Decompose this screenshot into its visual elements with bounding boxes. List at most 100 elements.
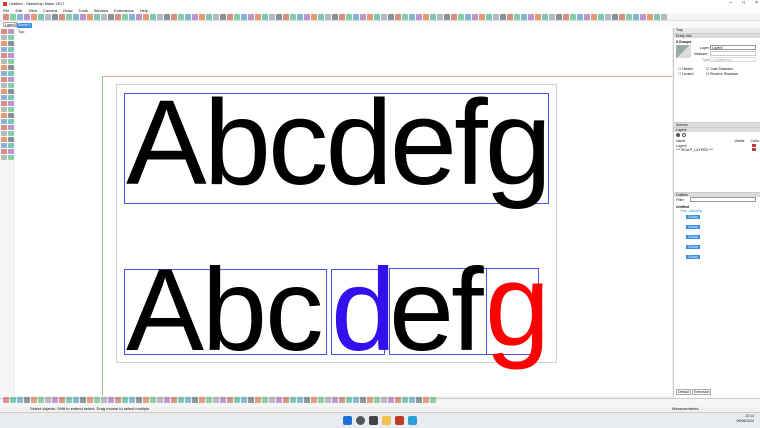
toolbar-tool-icon[interactable] bbox=[514, 13, 520, 20]
bottom-tool-icon[interactable] bbox=[206, 397, 212, 403]
toolbar-tool-icon[interactable] bbox=[493, 13, 499, 20]
text-d[interactable]: d bbox=[331, 251, 396, 368]
menu-item[interactable]: Extensions bbox=[114, 8, 134, 13]
toolbar-tool-icon[interactable] bbox=[290, 13, 296, 20]
bottom-tool-icon[interactable] bbox=[381, 397, 387, 403]
tool-palette-icon[interactable] bbox=[8, 131, 14, 136]
bottom-tool-icon[interactable] bbox=[157, 397, 163, 403]
drawing-viewport[interactable]: Top Abcdefg Abc d ef g bbox=[15, 28, 672, 396]
toolbar-tool-icon[interactable] bbox=[87, 13, 93, 20]
tool-palette-icon[interactable] bbox=[8, 47, 14, 52]
layer-color-swatch[interactable] bbox=[752, 144, 756, 147]
tool-palette-icon[interactable] bbox=[8, 89, 14, 94]
tool-palette-icon[interactable] bbox=[8, 137, 14, 142]
tool-palette-icon[interactable] bbox=[1, 35, 7, 40]
toolbar-tool-icon[interactable] bbox=[353, 13, 359, 20]
bottom-tool-icon[interactable] bbox=[318, 397, 324, 403]
toolbar-tool-icon[interactable] bbox=[185, 13, 191, 20]
bottom-tool-icon[interactable] bbox=[423, 397, 429, 403]
filter-input[interactable] bbox=[690, 197, 756, 202]
add-layer-icon[interactable] bbox=[676, 133, 680, 137]
toolbar-tool-icon[interactable] bbox=[465, 13, 471, 20]
bottom-tool-icon[interactable] bbox=[143, 397, 149, 403]
toolbar-tool-icon[interactable] bbox=[66, 13, 72, 20]
tool-palette-icon[interactable] bbox=[1, 41, 7, 46]
toolbar-tool-icon[interactable] bbox=[311, 13, 317, 20]
toolbar-tool-icon[interactable] bbox=[80, 13, 86, 20]
layer-color-swatch[interactable] bbox=[752, 148, 756, 151]
bottom-tool-icon[interactable] bbox=[374, 397, 380, 403]
bottom-tool-icon[interactable] bbox=[360, 397, 366, 403]
bottom-tool-icon[interactable] bbox=[339, 397, 345, 403]
bottom-tool-icon[interactable] bbox=[395, 397, 401, 403]
tool-palette-icon[interactable] bbox=[1, 47, 7, 52]
toolbar-tool-icon[interactable] bbox=[647, 13, 653, 20]
toolbar-tool-icon[interactable] bbox=[115, 13, 121, 20]
toolbar-tool-icon[interactable] bbox=[150, 13, 156, 20]
bottom-tool-icon[interactable] bbox=[24, 397, 30, 403]
bottom-tool-icon[interactable] bbox=[220, 397, 226, 403]
toolbar-tool-icon[interactable] bbox=[479, 13, 485, 20]
toolbar-tool-icon[interactable] bbox=[45, 13, 51, 20]
outliner-item[interactable]: Group bbox=[686, 215, 700, 219]
bottom-tool-icon[interactable] bbox=[73, 397, 79, 403]
toolbar-tool-icon[interactable] bbox=[430, 13, 436, 20]
toolbar-tool-icon[interactable] bbox=[633, 13, 639, 20]
close-button[interactable]: × bbox=[755, 0, 758, 6]
toolbar-tool-icon[interactable] bbox=[94, 13, 100, 20]
toolbar-tool-icon[interactable] bbox=[304, 13, 310, 20]
toolbar-tool-icon[interactable] bbox=[521, 13, 527, 20]
toolbar-tool-icon[interactable] bbox=[108, 13, 114, 20]
toolbar-tool-icon[interactable] bbox=[619, 13, 625, 20]
toolbar-tool-icon[interactable] bbox=[213, 13, 219, 20]
bottom-tool-icon[interactable] bbox=[101, 397, 107, 403]
minimize-button[interactable]: – bbox=[729, 0, 732, 6]
tool-palette-icon[interactable] bbox=[1, 77, 7, 82]
search-icon[interactable] bbox=[356, 416, 365, 425]
toolbar-tool-icon[interactable] bbox=[374, 13, 380, 20]
bottom-tool-icon[interactable] bbox=[136, 397, 142, 403]
toolbar-tool-icon[interactable] bbox=[500, 13, 506, 20]
bottom-tool-icon[interactable] bbox=[178, 397, 184, 403]
toolbar-tool-icon[interactable] bbox=[24, 13, 30, 20]
tool-palette-icon[interactable] bbox=[1, 125, 7, 130]
entity-layer-select[interactable]: Layer0 bbox=[710, 45, 756, 50]
bottom-tool-icon[interactable] bbox=[332, 397, 338, 403]
menu-item[interactable]: Window bbox=[94, 8, 108, 13]
toolbar-tool-icon[interactable] bbox=[52, 13, 58, 20]
toolbar-tool-icon[interactable] bbox=[486, 13, 492, 20]
toolbar-tool-icon[interactable] bbox=[192, 13, 198, 20]
sketchup-icon[interactable] bbox=[395, 416, 404, 425]
toolbar-tool-icon[interactable] bbox=[346, 13, 352, 20]
hidden-checkbox[interactable]: ☐ Hidden bbox=[678, 67, 693, 71]
bottom-tool-icon[interactable] bbox=[94, 397, 100, 403]
tool-palette-icon[interactable] bbox=[1, 59, 7, 64]
tool-palette-icon[interactable] bbox=[1, 155, 7, 160]
toolbar-tool-icon[interactable] bbox=[563, 13, 569, 20]
menu-item[interactable]: Edit bbox=[15, 8, 22, 13]
toolbar-tool-icon[interactable] bbox=[472, 13, 478, 20]
menu-item[interactable]: Help bbox=[140, 8, 148, 13]
outliner-group[interactable]: Text - abcdefg bbox=[680, 209, 702, 213]
toolbar-tool-icon[interactable] bbox=[339, 13, 345, 20]
bottom-tool-icon[interactable] bbox=[52, 397, 58, 403]
outliner-item[interactable]: Group bbox=[686, 255, 700, 259]
tool-palette-icon[interactable] bbox=[1, 65, 7, 70]
outliner-item[interactable]: Group bbox=[686, 235, 700, 239]
toolbar-tool-icon[interactable] bbox=[171, 13, 177, 20]
toolbar-tool-icon[interactable] bbox=[423, 13, 429, 20]
toolbar-tool-icon[interactable] bbox=[535, 13, 541, 20]
bottom-tool-icon[interactable] bbox=[276, 397, 282, 403]
tool-palette-icon[interactable] bbox=[1, 119, 7, 124]
bottom-tool-icon[interactable] bbox=[304, 397, 310, 403]
toolbar-tool-icon[interactable] bbox=[591, 13, 597, 20]
toolbar-tool-icon[interactable] bbox=[528, 13, 534, 20]
task-view-icon[interactable] bbox=[369, 416, 378, 425]
bottom-tool-icon[interactable] bbox=[269, 397, 275, 403]
toolbar-tool-icon[interactable] bbox=[283, 13, 289, 20]
toolbar-tool-icon[interactable] bbox=[227, 13, 233, 20]
toolbar-tool-icon[interactable] bbox=[626, 13, 632, 20]
bottom-tool-icon[interactable] bbox=[31, 397, 37, 403]
locked-checkbox[interactable]: ☐ Locked bbox=[678, 72, 693, 76]
bottom-tool-icon[interactable] bbox=[45, 397, 51, 403]
